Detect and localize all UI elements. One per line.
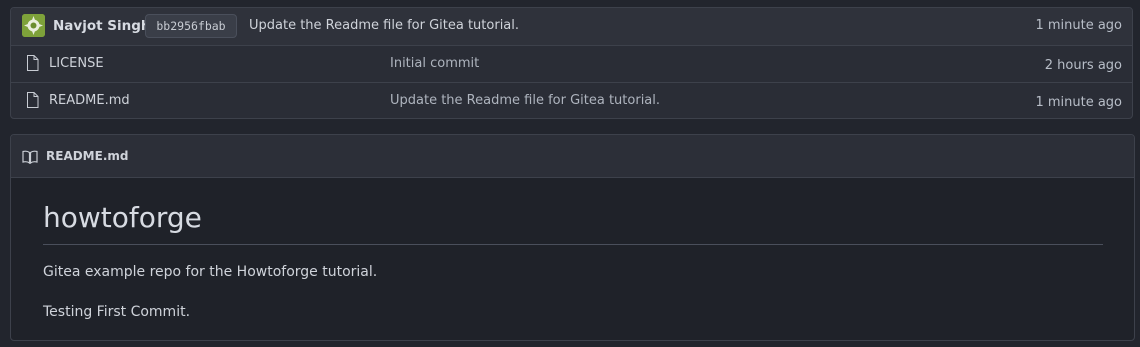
repository-file-browser: Navjot Singh bb2956fbab Update the Readm… <box>0 0 1140 347</box>
readme-paragraph: Testing First Commit. <box>43 304 191 320</box>
commit-sha-button[interactable]: bb2956fbab <box>145 14 237 38</box>
file-name-readme[interactable]: README.md <box>49 93 130 108</box>
readme-paragraph: Gitea example repo for the Howtoforge tu… <box>43 264 378 280</box>
file-icon <box>26 92 39 108</box>
readme-filename[interactable]: README.md <box>46 149 128 163</box>
file-last-commit-license[interactable]: Initial commit <box>390 56 479 71</box>
file-name-license[interactable]: LICENSE <box>49 56 104 71</box>
commit-author-link[interactable]: Navjot Singh <box>53 18 151 34</box>
author-avatar[interactable] <box>22 14 45 37</box>
file-icon <box>26 55 39 71</box>
readme-header: README.md <box>11 135 1134 178</box>
latest-commit-row: Navjot Singh bb2956fbab Update the Readm… <box>11 8 1132 46</box>
file-time-license: 2 hours ago <box>1044 58 1122 73</box>
latest-commit-message[interactable]: Update the Readme file for Gitea tutoria… <box>249 18 519 33</box>
heading-divider <box>43 244 1103 245</box>
file-row-license[interactable]: LICENSE Initial commit 2 hours ago <box>11 46 1132 83</box>
book-icon <box>22 149 38 165</box>
readme-heading: howtoforge <box>43 201 202 234</box>
file-last-commit-readme[interactable]: Update the Readme file for Gitea tutoria… <box>390 93 660 108</box>
file-time-readme: 1 minute ago <box>1035 95 1122 110</box>
file-row-readme[interactable]: README.md Update the Readme file for Git… <box>11 83 1132 118</box>
repository-file-table: Navjot Singh bb2956fbab Update the Readm… <box>10 7 1133 119</box>
readme-preview: README.md howtoforge Gitea example repo … <box>10 134 1135 341</box>
latest-commit-time: 1 minute ago <box>1035 18 1122 33</box>
identicon-avatar-icon <box>22 14 45 37</box>
